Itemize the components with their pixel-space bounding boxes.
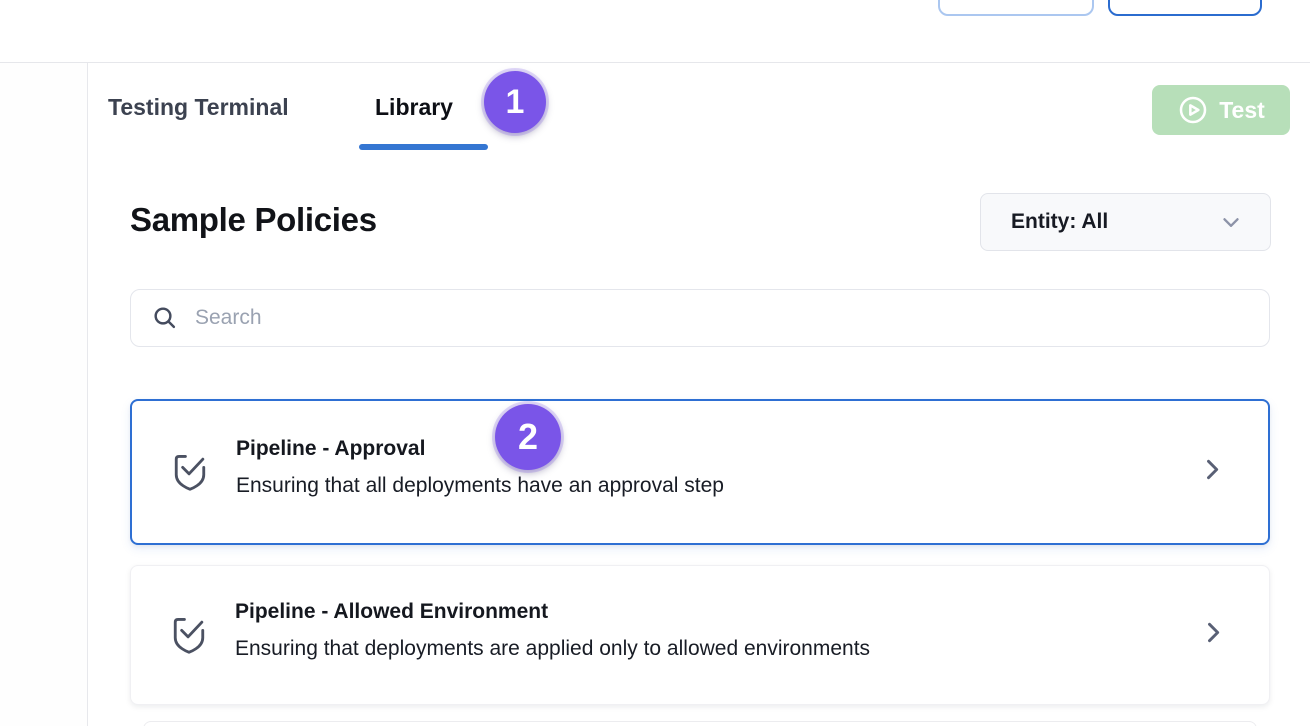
plus-icon: +: [980, 0, 994, 7]
policy-card-pipeline-allowed-environment[interactable]: Pipeline - Allowed Environment Ensuring …: [130, 565, 1270, 705]
shield-check-icon: [167, 612, 211, 663]
chevron-down-icon: [1218, 209, 1244, 235]
search-box: [130, 289, 1270, 347]
top-divider: [0, 62, 1310, 63]
tab-testing-terminal[interactable]: Testing Terminal: [108, 94, 289, 121]
policy-description: Ensuring that deployments are applied on…: [235, 637, 870, 661]
entity-filter-select[interactable]: Entity: All: [980, 193, 1271, 251]
annotation-step-1-badge: 1: [484, 71, 546, 133]
policy-name: Pipeline - Allowed Environment: [235, 600, 870, 624]
policy-text: Pipeline - Approval Ensuring that all de…: [236, 437, 724, 498]
policy-card-pipeline-approval[interactable]: Pipeline - Approval Ensuring that all de…: [130, 399, 1270, 545]
save-button-label: Save: [1002, 0, 1051, 6]
page-title: Sample Policies: [130, 201, 377, 239]
chevron-right-icon: [1199, 619, 1227, 652]
next-policy-card-peek: [143, 721, 1257, 726]
discard-button-label: Discard: [1146, 0, 1223, 6]
search-icon: [151, 304, 179, 332]
discard-button[interactable]: Discard: [1108, 0, 1262, 16]
search-input[interactable]: [195, 306, 1251, 330]
play-circle-icon: [1177, 94, 1209, 126]
test-button-label: Test: [1219, 97, 1265, 124]
active-tab-underline: [359, 144, 488, 150]
save-button[interactable]: + Save: [938, 0, 1094, 16]
annotation-step-2-badge: 2: [495, 404, 561, 470]
chevron-right-icon: [1198, 456, 1226, 489]
policy-text: Pipeline - Allowed Environment Ensuring …: [235, 600, 870, 661]
tab-library[interactable]: Library: [375, 94, 453, 121]
left-rail: [0, 63, 88, 726]
shield-check-icon: [168, 449, 212, 500]
entity-filter-value: Entity: All: [1011, 210, 1108, 234]
test-button[interactable]: Test: [1152, 85, 1290, 135]
policy-description: Ensuring that all deployments have an ap…: [236, 474, 724, 498]
policy-library-screen: + Save Discard Testing Terminal Library …: [0, 0, 1310, 726]
policy-name: Pipeline - Approval: [236, 437, 724, 461]
